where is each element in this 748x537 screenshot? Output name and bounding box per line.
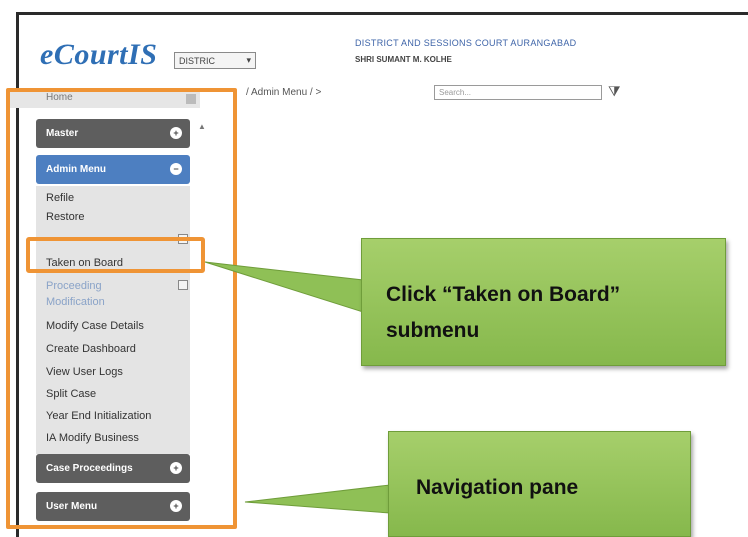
callout-taken-on-board-line1: Click “Taken on Board” — [386, 283, 621, 306]
callout-taken-on-board: Click “Taken on Board” submenu — [361, 238, 726, 366]
callout-pointer-navigation — [244, 484, 391, 514]
callout-taken-on-board-line2: submenu — [386, 319, 480, 342]
callout-pointer-taken-on-board — [204, 261, 364, 313]
callout-navigation-pane: Navigation pane — [388, 431, 691, 537]
callout-navigation-pane-text: Navigation pane — [416, 476, 579, 499]
